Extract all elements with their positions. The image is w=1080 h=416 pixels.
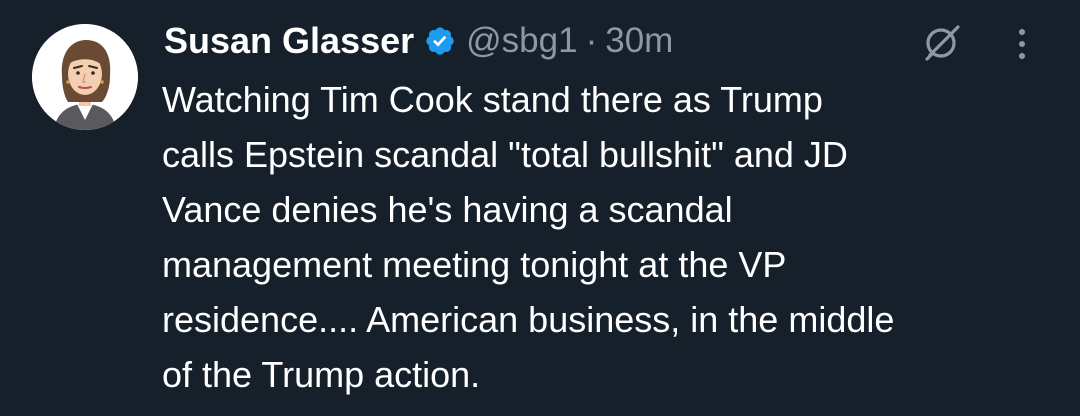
more-options-icon[interactable] [1012,26,1032,62]
tweet-card[interactable]: Susan Glasser @sbg1 · 30m Watching Tim C… [0,0,1080,416]
tweet-header: Susan Glasser @sbg1 · 30m [164,16,673,66]
avatar-illustration [32,24,138,130]
tweet-text: Watching Tim Cook stand there as Trump c… [162,79,895,395]
grok-icon[interactable] [920,20,964,64]
avatar[interactable] [32,24,138,130]
tweet-timestamp[interactable]: 30m [605,21,673,61]
verified-badge-icon[interactable] [424,25,456,57]
author-name[interactable]: Susan Glasser [164,20,414,62]
author-handle[interactable]: @sbg1 [466,21,577,61]
header-separator: · [585,21,598,60]
